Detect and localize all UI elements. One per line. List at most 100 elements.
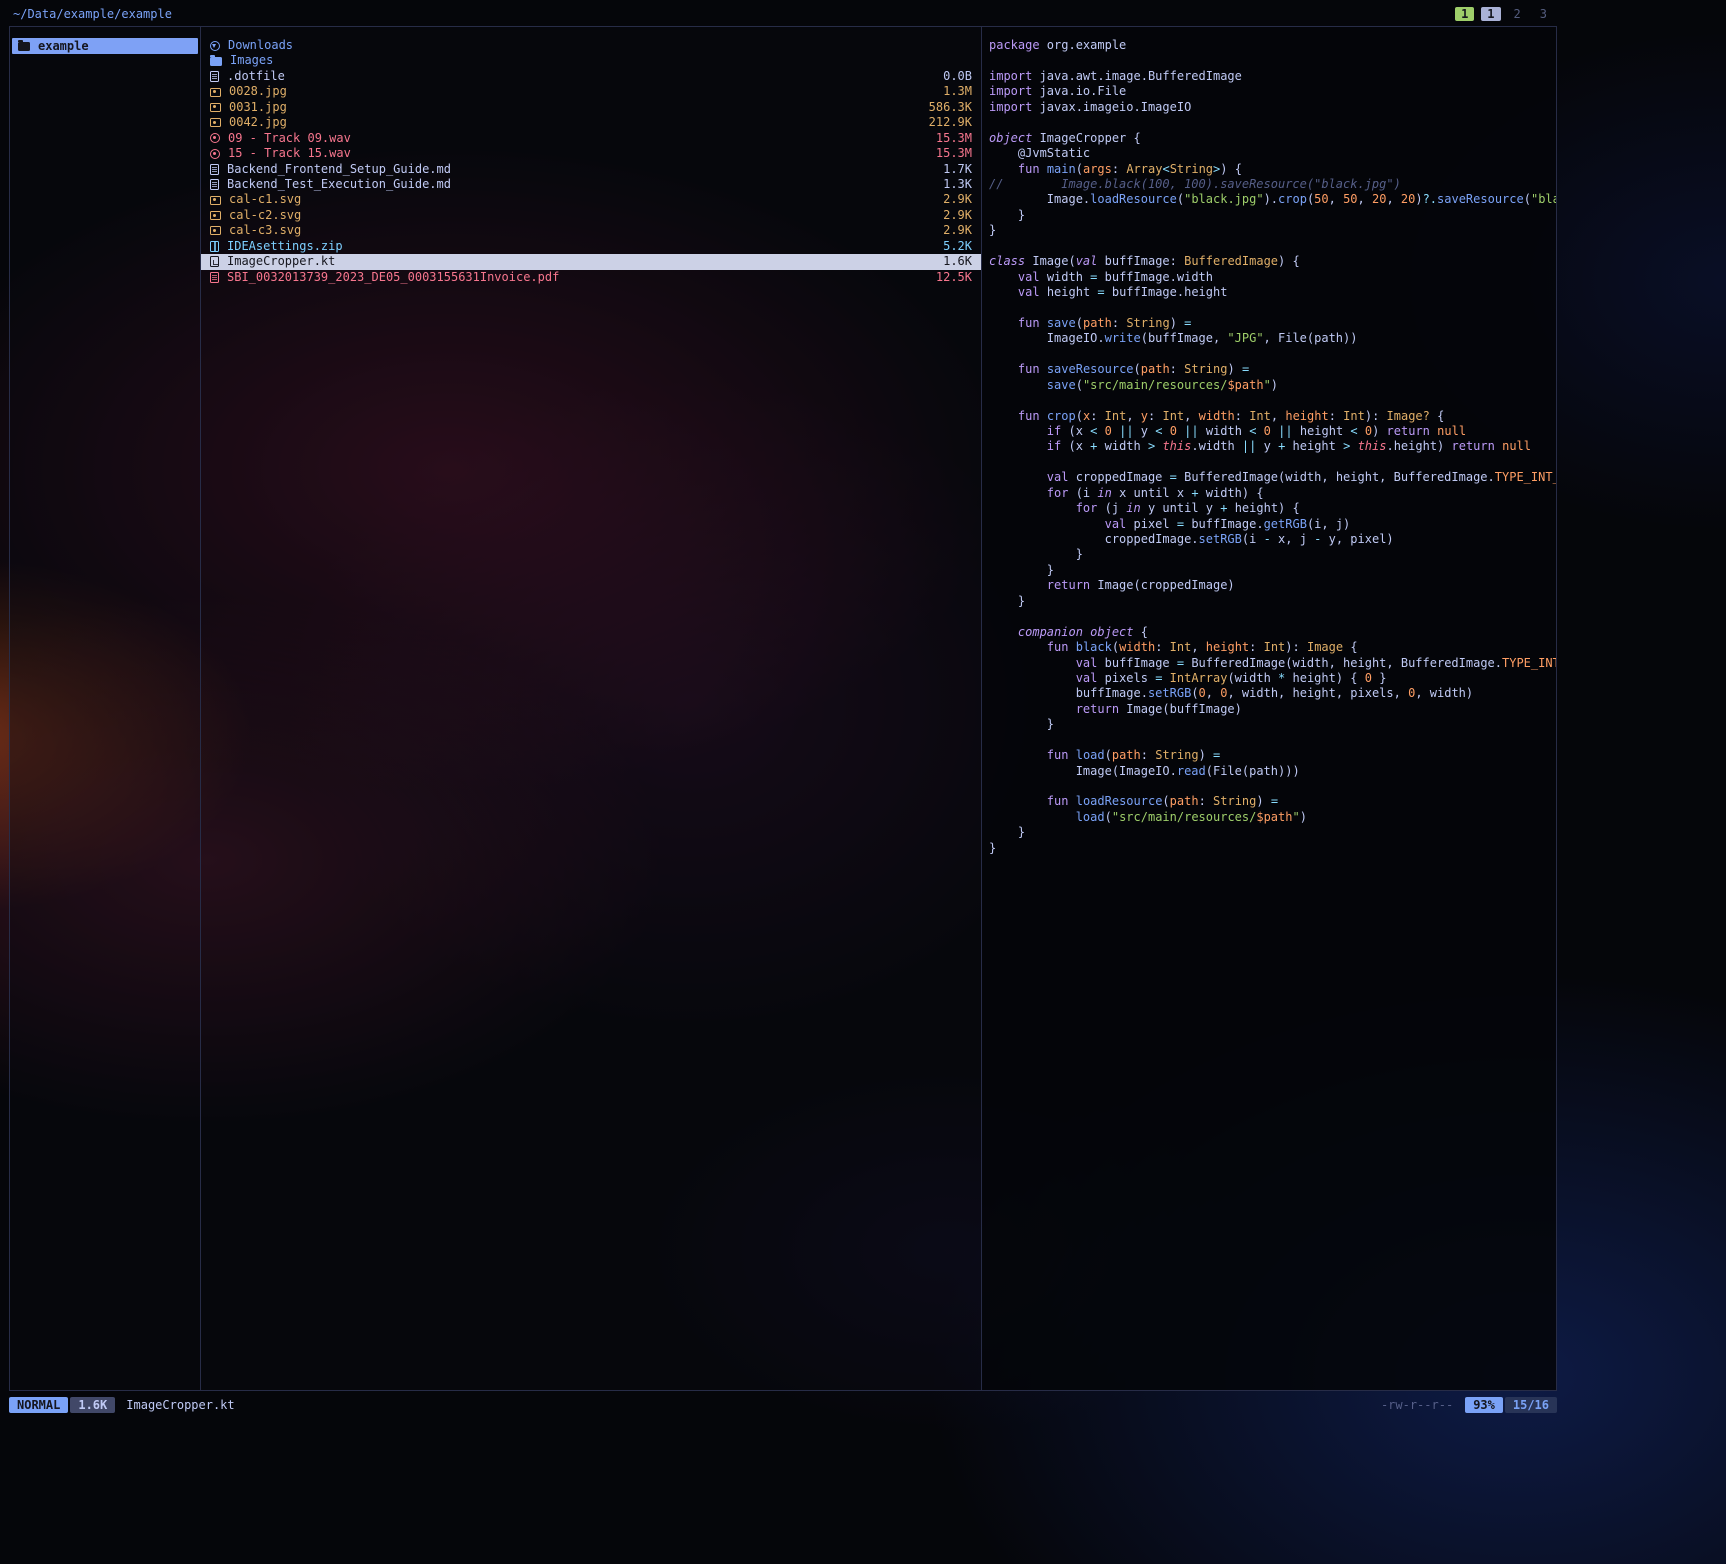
file-name: Backend_Test_Execution_Guide.md [227,177,935,192]
code-line: @JvmStatic [989,146,1556,161]
file-row[interactable]: cal-c2.svg 2.9K [201,208,981,223]
file-row[interactable]: Downloads [201,38,981,53]
code-line: fun load(path: String) = [989,748,1556,763]
file-name: SBI_0032013739_2023_DE05_0003155631Invoi… [227,270,928,285]
zip-file-icon [210,241,219,252]
code-line [989,347,1556,362]
file-row[interactable]: 0042.jpg212.9K [201,115,981,130]
code-line: } [989,841,1556,856]
file-size: 15.3M [936,146,972,161]
tab-3[interactable]: 2 [1508,7,1527,21]
file-size: 1.7K [943,162,972,177]
folder-icon [210,57,222,66]
parent-dir-item[interactable]: example [12,38,198,54]
file-row[interactable]: 09 - Track 09.wav 15.3M [201,131,981,146]
file-row[interactable]: Backend_Frontend_Setup_Guide.md 1.7K [201,162,981,177]
code-line: val pixel = buffImage.getRGB(i, j) [989,517,1556,532]
file-name: 09 - Track 09.wav [228,131,928,146]
breadcrumb-path: ~/Data/example/example [13,7,172,21]
status-bar: NORMAL 1.6K ImageCropper.kt -rw-r--r-- 9… [9,1396,1557,1413]
file-row[interactable]: .dotfile 0.0B [201,69,981,84]
code-line: } [989,547,1556,562]
code-line: } [989,563,1556,578]
code-line: fun save(path: String) = [989,316,1556,331]
code-line [989,455,1556,470]
tab-4[interactable]: 3 [1534,7,1553,21]
code-line: val height = buffImage.height [989,285,1556,300]
file-name: cal-c2.svg [229,208,935,223]
code-line: } [989,825,1556,840]
image-file-icon [210,118,221,127]
image-file-icon [210,103,221,112]
code-line [989,393,1556,408]
file-row[interactable]: 0028.jpg1.3M [201,84,981,99]
markdown-file-icon [210,179,219,190]
tab-2[interactable]: 1 [1481,7,1500,21]
code-line: if (x + width > this.width || y + height… [989,439,1556,454]
audio-file-icon [210,149,220,159]
code-line: val width = buffImage.width [989,270,1556,285]
code-line: fun main(args: Array<String>) { [989,162,1556,177]
file-row[interactable]: SBI_0032013739_2023_DE05_0003155631Invoi… [201,270,981,285]
code-line: fun crop(x: Int, y: Int, width: Int, hei… [989,409,1556,424]
code-line: val pixels = IntArray(width * height) { … [989,671,1556,686]
code-line: save("src/main/resources/$path") [989,378,1556,393]
file-row[interactable]: IDEAsettings.zip5.2K [201,239,981,254]
code-line: import javax.imageio.ImageIO [989,100,1556,115]
svg-file-icon [210,226,221,235]
file-size: 2.9K [943,208,972,223]
parent-pane[interactable]: example [10,27,201,1390]
file-size: 586.3K [929,100,972,115]
mode-badge: NORMAL [9,1397,68,1413]
file-row[interactable]: Backend_Test_Execution_Guide.md1.3K [201,177,981,192]
code-line: val croppedImage = BufferedImage(width, … [989,470,1556,485]
code-line [989,115,1556,130]
code-line: croppedImage.setRGB(i - x, j - y, pixel) [989,532,1556,547]
code-line: return Image(croppedImage) [989,578,1556,593]
file-list-pane[interactable]: DownloadsImages.dotfile0.0B0028.jpg1.3M0… [201,27,982,1390]
code-line: companion object { [989,625,1556,640]
code-line: val buffImage = BufferedImage(width, hei… [989,656,1556,671]
code-line: } [989,594,1556,609]
tab-1[interactable]: 1 [1455,7,1474,21]
file-row[interactable]: 15 - Track 15.wav15.3M [201,146,981,161]
file-name: Downloads [228,38,964,53]
file-name: cal-c3.svg [229,223,935,238]
code-line [989,609,1556,624]
file-name: .dotfile [227,69,935,84]
file-size: 1.6K [943,254,972,269]
file-size: 0.0B [943,69,972,84]
file-row[interactable]: cal-c3.svg 2.9K [201,223,981,238]
code-line: fun loadResource(path: String) = [989,794,1556,809]
code-line: Image(ImageIO.read(File(path))) [989,764,1556,779]
file-row[interactable]: 0031.jpg 586.3K [201,100,981,115]
code-line: return Image(buffImage) [989,702,1556,717]
folder-icon [18,42,30,51]
preview-pane[interactable]: package org.exampleimport java.awt.image… [982,27,1556,1390]
file-row[interactable]: Images [201,53,981,68]
code-line: Image.loadResource("black.jpg").crop(50,… [989,192,1556,207]
code-line: class Image(val buffImage: BufferedImage… [989,254,1556,269]
file-size: 2.9K [943,223,972,238]
svg-file-icon [210,211,221,220]
pdf-file-icon [210,272,219,283]
file-size: 12.5K [936,270,972,285]
file-size: 2.9K [943,192,972,207]
file-name: 0028.jpg [229,84,935,99]
file-row[interactable]: ImageCropper.kt1.6K [201,254,981,269]
audio-file-icon [210,133,220,143]
file-icon [210,71,219,82]
file-name: IDEAsettings.zip [227,239,935,254]
file-name: Images [230,53,964,68]
cursor-position-badge: 15/16 [1505,1397,1557,1413]
file-name: 0031.jpg [229,100,921,115]
header-bar: ~/Data/example/example 1123 [9,4,1557,23]
file-name: Backend_Frontend_Setup_Guide.md [227,162,935,177]
code-line [989,733,1556,748]
file-size: 15.3M [936,131,972,146]
file-name: cal-c1.svg [229,192,935,207]
code-line: import java.io.File [989,84,1556,99]
file-row[interactable]: cal-c1.svg 2.9K [201,192,981,207]
kotlin-file-icon [210,256,219,267]
file-manager-window: example DownloadsImages.dotfile0.0B0028.… [9,26,1557,1391]
